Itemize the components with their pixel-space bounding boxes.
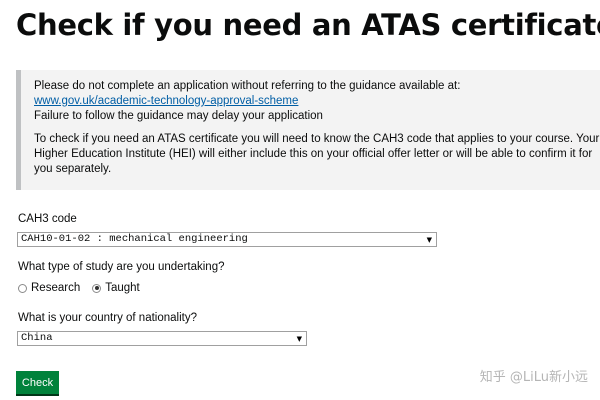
dropdown-arrow-icon: ▼ bbox=[296, 335, 302, 343]
guidance-link[interactable]: www.gov.uk/academic-technology-approval-… bbox=[34, 95, 298, 107]
page-title: Check if you need an ATAS certificate bbox=[16, 8, 600, 42]
notice-paragraph: To check if you need an ATAS certificate… bbox=[34, 133, 600, 175]
watermark: 知乎 @LiLu新小远 bbox=[479, 370, 588, 385]
check-button[interactable]: Check bbox=[16, 371, 59, 394]
guidance-notice: Please do not complete an application wi… bbox=[16, 70, 600, 190]
study-type-label: What type of study are you undertaking? bbox=[18, 261, 225, 273]
notice-line-1: Please do not complete an application wi… bbox=[34, 80, 461, 92]
dropdown-arrow-icon: ▼ bbox=[426, 236, 432, 244]
nationality-label: What is your country of nationality? bbox=[18, 312, 197, 324]
radio-research[interactable] bbox=[18, 283, 27, 293]
radio-taught-label[interactable]: Taught bbox=[105, 282, 140, 294]
study-type-radio-group: Research Taught bbox=[18, 282, 152, 294]
notice-line-2: Failure to follow the guidance may delay… bbox=[34, 110, 323, 122]
nationality-select[interactable]: China ▼ bbox=[17, 331, 307, 346]
radio-taught[interactable] bbox=[92, 283, 102, 293]
cah3-label: CAH3 code bbox=[18, 213, 77, 225]
nationality-selected-value: China bbox=[21, 332, 53, 344]
cah3-select[interactable]: CAH10-01-02 : mechanical engineering ▼ bbox=[17, 232, 437, 247]
radio-research-label[interactable]: Research bbox=[31, 282, 80, 294]
cah3-selected-value: CAH10-01-02 : mechanical engineering bbox=[21, 233, 248, 245]
